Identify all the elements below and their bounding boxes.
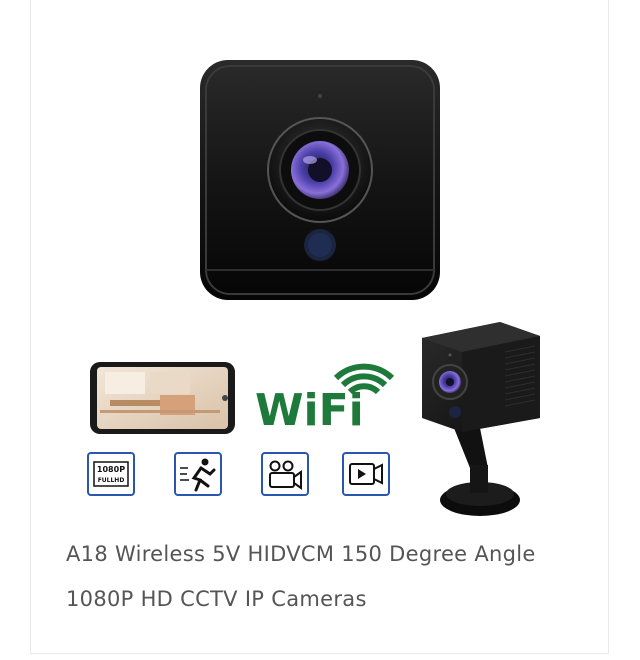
- full-hd-badge: 1080P FULLHD: [87, 452, 135, 496]
- mini-camera-on-stand-image: [422, 322, 540, 516]
- badge-resolution-sub-text: FULLHD: [98, 477, 125, 484]
- wifi-logo-text: WiFi: [255, 385, 364, 436]
- video-camera-icon: [261, 452, 309, 496]
- product-image[interactable]: WiFi 1080P FULLHD: [0, 0, 640, 530]
- video-playback-icon: [342, 452, 390, 496]
- product-title[interactable]: A18 Wireless 5V HIDVCM 150 Degree Angle …: [66, 532, 586, 622]
- main-camera-image: [200, 60, 440, 300]
- wifi-logo: WiFi: [255, 363, 395, 436]
- motion-detection-icon: [174, 452, 222, 496]
- badge-resolution-text: 1080P: [97, 465, 125, 474]
- page: WiFi 1080P FULLHD A18 Wireless 5V HIDVCM…: [0, 0, 640, 660]
- phone-preview-icon: [90, 362, 235, 434]
